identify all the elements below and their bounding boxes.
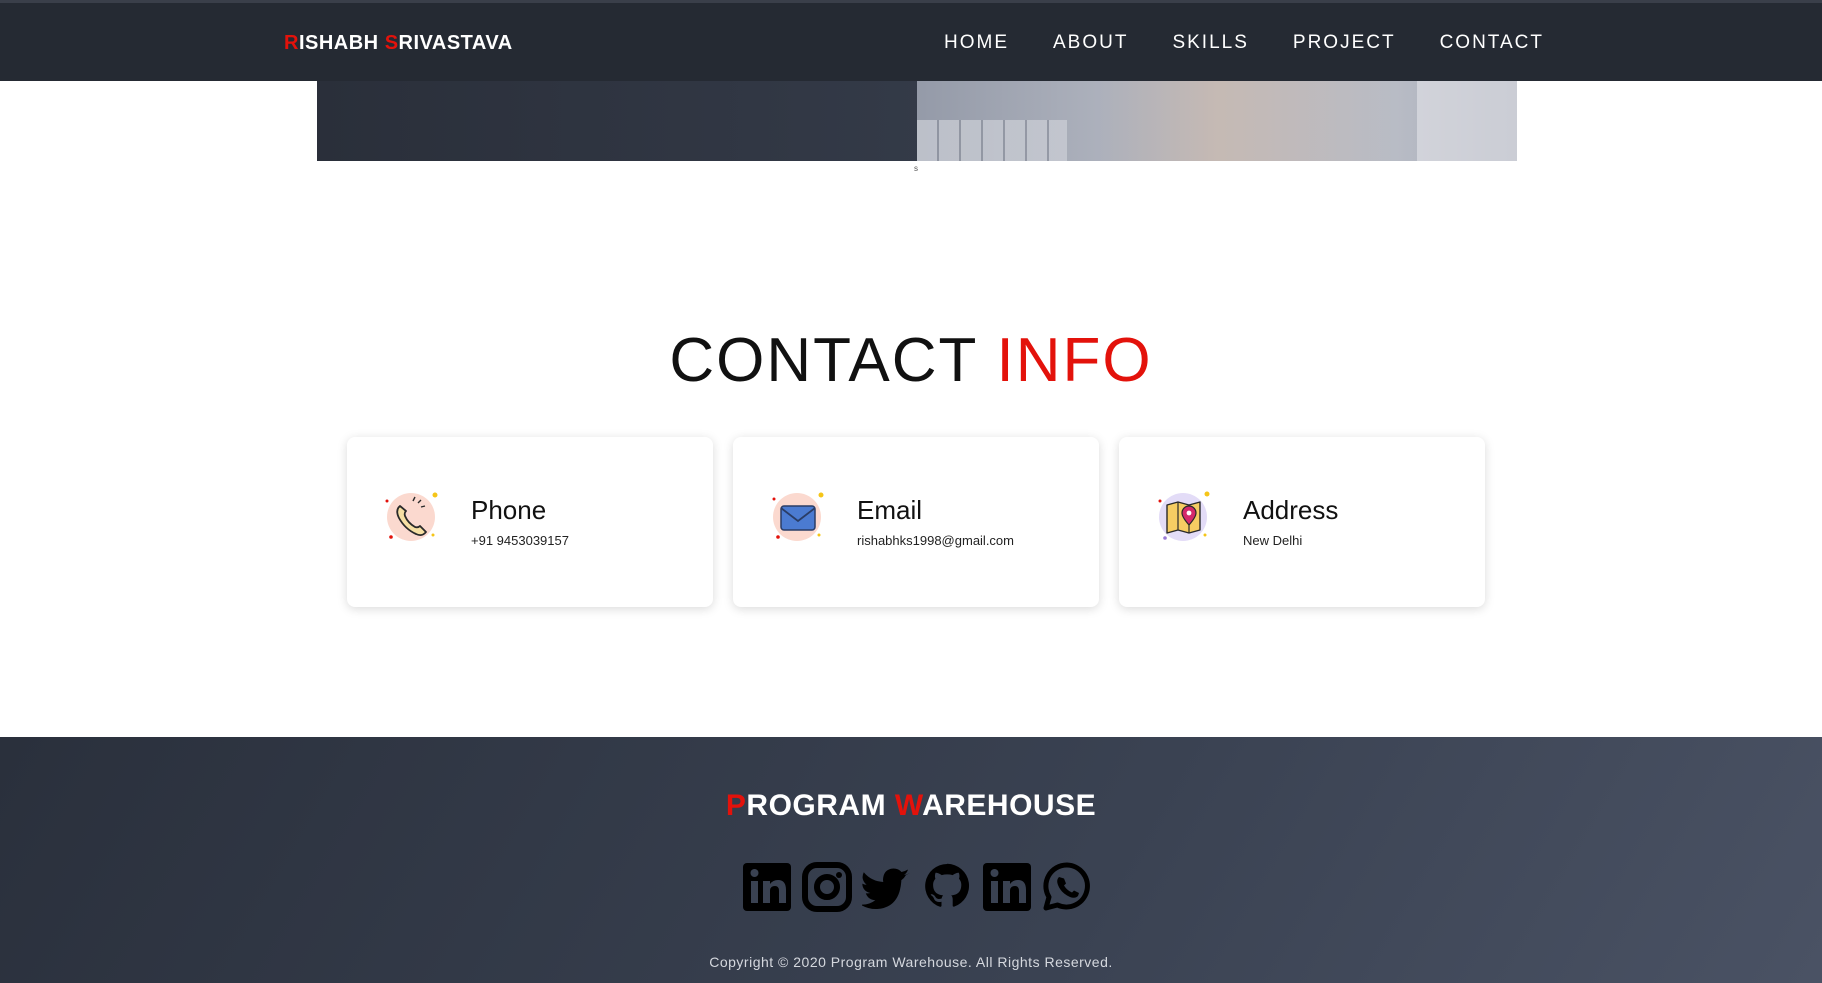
contact-title-main: CONTACT xyxy=(669,326,997,395)
footer-brand-rest-last: AREHOUSE xyxy=(922,789,1097,822)
social-links xyxy=(742,861,1092,913)
contact-card-title: Phone xyxy=(471,495,547,525)
instagram-icon[interactable] xyxy=(802,861,852,913)
linkedin-icon[interactable] xyxy=(982,861,1032,913)
contact-card-phone: Phone +91 9453039157 xyxy=(347,437,713,607)
nav-home[interactable]: HOME xyxy=(944,32,1009,54)
linkedin-icon[interactable] xyxy=(742,861,792,913)
nav-project[interactable]: PROJECT xyxy=(1293,32,1396,54)
nav-skills[interactable]: SKILLS xyxy=(1172,32,1248,54)
footer-brand-rest-first: ROGRAM xyxy=(746,789,895,822)
contact-cards: Phone +91 9453039157 Email rishabhks1998… xyxy=(347,437,1485,607)
footer-brand-initial-first: P xyxy=(725,789,747,822)
contact-card-title: Address xyxy=(1243,495,1339,525)
footer-brand-initial-last: W xyxy=(894,789,923,822)
contact-title: CONTACT INFO xyxy=(0,325,1822,396)
copyright-text: Copyright © 2020 Program Warehouse. All … xyxy=(709,954,1113,970)
navbar: RISHABH SRIVASTAVA HOME ABOUT SKILLS PRO… xyxy=(0,3,1822,81)
footer: PROGRAM WAREHOUSE Copyright © 2020 Progr… xyxy=(0,737,1822,983)
github-icon[interactable] xyxy=(922,861,972,913)
contact-card-title: Email xyxy=(857,495,923,525)
phone-icon xyxy=(383,487,443,547)
whatsapp-icon[interactable] xyxy=(1042,861,1092,913)
brand-initial-first: R xyxy=(284,32,299,54)
brand-initial-last: S xyxy=(384,32,399,54)
brand-rest-first: ISHABH xyxy=(298,32,385,54)
nav-contact[interactable]: CONTACT xyxy=(1440,32,1544,54)
footer-brand: PROGRAM WAREHOUSE xyxy=(0,789,1822,823)
contact-card-email: Email rishabhks1998@gmail.com xyxy=(733,437,1099,607)
contact-card-address: Address New Delhi xyxy=(1119,437,1485,607)
twitter-icon[interactable] xyxy=(860,861,912,913)
site-brand[interactable]: RISHABH SRIVASTAVA xyxy=(284,32,513,55)
page: s RISHABH SRIVASTAVA HOME ABOUT SKILLS P… xyxy=(0,0,1822,983)
contact-card-value[interactable]: +91 9453039157 xyxy=(471,533,569,548)
email-icon xyxy=(769,487,829,547)
main-nav: HOME ABOUT SKILLS PROJECT CONTACT xyxy=(944,32,1544,54)
hero-caption: s xyxy=(914,164,918,173)
contact-card-value[interactable]: rishabhks1998@gmail.com xyxy=(857,533,1014,548)
hero-keyboard-image xyxy=(917,120,1067,161)
brand-rest-last: RIVASTAVA xyxy=(398,32,513,54)
contact-card-value: New Delhi xyxy=(1243,533,1303,548)
contact-title-accent: INFO xyxy=(996,326,1153,395)
nav-about[interactable]: ABOUT xyxy=(1053,32,1128,54)
hero-notepad-image xyxy=(1417,80,1517,161)
hero-banner xyxy=(317,80,1517,161)
map-pin-icon xyxy=(1155,487,1215,547)
